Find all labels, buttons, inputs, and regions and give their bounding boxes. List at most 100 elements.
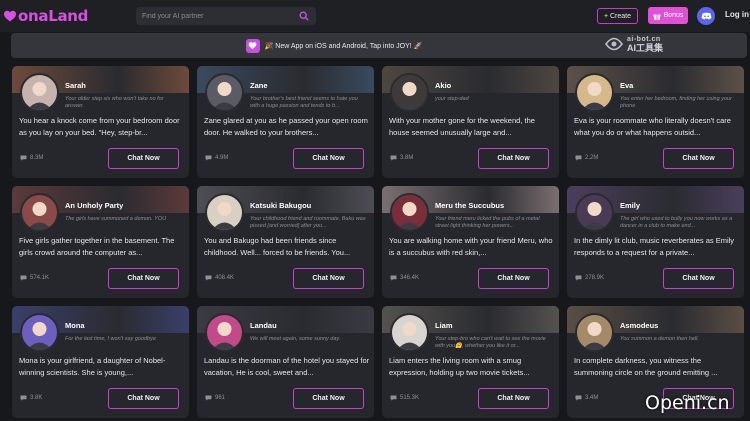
character-description: You hear a knock come from your bedroom …: [19, 116, 180, 137]
heart-app-icon: [248, 42, 257, 50]
avatar[interactable]: [20, 193, 59, 232]
chat-bubble-icon: [205, 275, 212, 281]
watermark-line2: AI工具集: [627, 43, 664, 53]
character-card[interactable]: An Unholy Party The girls have summoned …: [12, 186, 189, 298]
chat-now-button[interactable]: Chat Now: [478, 148, 549, 169]
chat-now-button[interactable]: Chat Now: [478, 268, 549, 289]
character-card[interactable]: Katsuki Bakugou Your childhood friend an…: [197, 186, 374, 298]
avatar-portrait-icon: [207, 315, 242, 350]
avatar[interactable]: [575, 313, 614, 352]
chat-count: 3.4M: [575, 395, 598, 401]
character-description: Landau is the doorman of the hotel you s…: [204, 356, 370, 377]
chat-now-button[interactable]: Chat Now: [478, 388, 549, 409]
chat-count-value: 574.1K: [30, 275, 50, 281]
character-name: Mona: [65, 321, 85, 330]
chat-count-value: 346.4K: [400, 275, 420, 281]
character-description: Liam enters the living room with a smug …: [389, 356, 530, 377]
avatar-portrait-icon: [22, 195, 57, 230]
bonus-label: Bonus: [663, 12, 684, 19]
character-description: Five girls gather together in the baseme…: [19, 236, 175, 257]
character-card[interactable]: Landau We will meet again, some sunny da…: [197, 306, 374, 418]
chat-now-button[interactable]: Chat Now: [108, 268, 179, 289]
ai-bot-logo-icon: [605, 37, 623, 51]
character-card[interactable]: Meru the Succubus Your friend meru licke…: [382, 186, 559, 298]
character-card[interactable]: Eva You enter her bedroom, finding her u…: [567, 66, 744, 178]
search-icon[interactable]: [299, 11, 309, 21]
character-name: Emily: [620, 201, 641, 210]
login-link[interactable]: Log in: [725, 10, 749, 19]
character-name: Liam: [435, 321, 453, 330]
chat-count: 3.8K: [20, 395, 42, 401]
avatar-portrait-icon: [577, 75, 612, 110]
chat-now-button[interactable]: Chat Now: [293, 148, 364, 169]
chat-bubble-icon: [20, 395, 27, 401]
character-tagline: For the last time, I won't say goodbye: [65, 336, 156, 342]
chat-bubble-icon: [390, 275, 397, 281]
chat-now-button[interactable]: Chat Now: [663, 148, 734, 169]
character-card[interactable]: Emily The girl who used to bully you now…: [567, 186, 744, 298]
chat-bubble-icon: [20, 155, 27, 161]
top-nav-bar: onaLand + Create Bonus Log in: [0, 0, 750, 32]
gift-icon: [653, 14, 661, 20]
create-button[interactable]: + Create: [597, 8, 638, 24]
avatar-portrait-icon: [392, 195, 427, 230]
character-tagline: your step-dad: [435, 96, 469, 102]
character-name: Akio: [435, 81, 452, 90]
character-tagline: The girls have summoned a demon. YOU: [65, 216, 167, 222]
avatar[interactable]: [205, 193, 244, 232]
character-name: Landau: [250, 321, 277, 330]
chat-now-button[interactable]: Chat Now: [108, 388, 179, 409]
character-card[interactable]: Mona For the last time, I won't say good…: [12, 306, 189, 418]
character-card[interactable]: Akio your step-dad With your mother gone…: [382, 66, 559, 178]
character-description: In complete darkness, you witness the su…: [574, 356, 718, 377]
chat-bubble-icon: [390, 155, 397, 161]
character-name: Meru the Succubus: [435, 201, 505, 210]
chat-bubble-icon: [575, 155, 582, 161]
chat-bubble-icon: [205, 395, 212, 401]
avatar[interactable]: [390, 193, 429, 232]
avatar-portrait-icon: [392, 315, 427, 350]
search-input[interactable]: [136, 12, 286, 20]
chat-count: 8.3M: [20, 155, 43, 161]
avatar[interactable]: [575, 193, 614, 232]
avatar[interactable]: [390, 73, 429, 112]
avatar[interactable]: [390, 313, 429, 352]
chat-count-value: 515.3K: [400, 395, 420, 401]
character-name: Sarah: [65, 81, 86, 90]
character-card[interactable]: Liam Your step-bro who can't wait to see…: [382, 306, 559, 418]
character-name: Katsuki Bakugou: [250, 201, 312, 210]
chat-count: 515.3K: [390, 395, 419, 401]
character-card[interactable]: Zane Your brother's best friend seems to…: [197, 66, 374, 178]
chat-count: 346.4K: [390, 275, 419, 281]
character-name: An Unholy Party: [65, 201, 124, 210]
bonus-button[interactable]: Bonus: [648, 7, 688, 24]
character-tagline: We will meet again, some sunny day.: [250, 336, 341, 342]
chat-count: 278.9K: [575, 275, 604, 281]
avatar-portrait-icon: [207, 195, 242, 230]
app-icon: [245, 38, 260, 53]
chat-count: 3.8M: [390, 155, 413, 161]
avatar[interactable]: [205, 73, 244, 112]
chat-now-button[interactable]: Chat Now: [293, 268, 364, 289]
chat-now-button[interactable]: Chat Now: [108, 148, 179, 169]
chat-now-button[interactable]: Chat Now: [293, 388, 364, 409]
character-tagline: Your step-bro who can't wait to see the …: [435, 336, 546, 349]
character-description: You and Bakugo had been friends since ch…: [204, 236, 351, 257]
character-tagline: You summon a demon then hell.: [620, 336, 699, 342]
avatar[interactable]: [205, 313, 244, 352]
watermark-ai-bot: ai-bot.cn AI工具集: [604, 35, 663, 53]
chat-bubble-icon: [575, 395, 582, 401]
character-card[interactable]: Sarah Your older step sis who won't take…: [12, 66, 189, 178]
discord-button[interactable]: [697, 7, 715, 25]
search-bar[interactable]: [136, 7, 316, 25]
avatar[interactable]: [20, 73, 59, 112]
chat-count-value: 278.9K: [585, 275, 605, 281]
character-tagline: Your older step sis who won't take no fo…: [65, 96, 164, 109]
character-tagline: The girl who used to bully you now works…: [620, 216, 733, 229]
chat-now-button[interactable]: Chat Now: [663, 268, 734, 289]
character-description: You are walking home with your friend Me…: [389, 236, 553, 257]
logo[interactable]: onaLand: [3, 7, 88, 25]
avatar[interactable]: [20, 313, 59, 352]
character-name: Eva: [620, 81, 634, 90]
avatar[interactable]: [575, 73, 614, 112]
